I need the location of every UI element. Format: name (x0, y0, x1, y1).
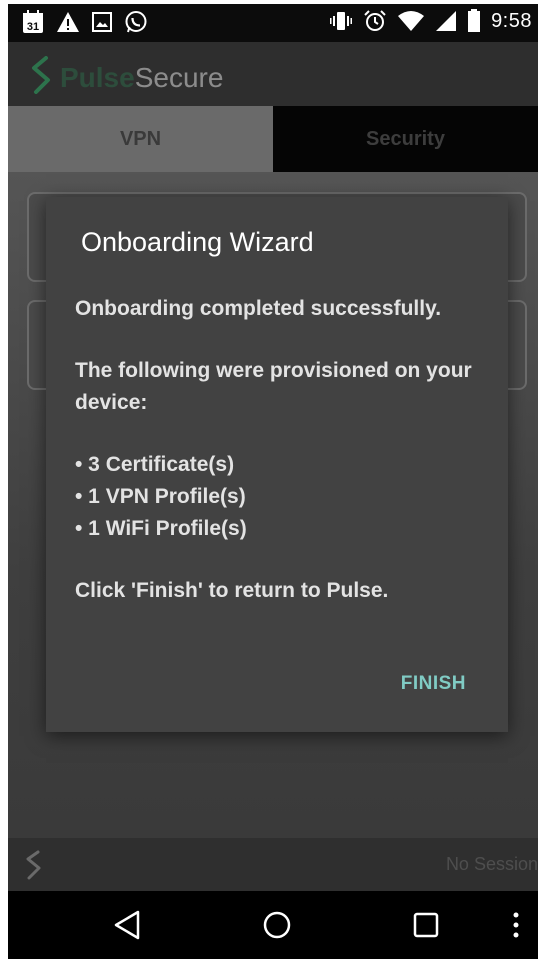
overflow-menu-icon[interactable] (496, 905, 536, 945)
app-bar: PulseSecure (8, 42, 538, 106)
wifi-icon (397, 10, 425, 32)
home-icon[interactable] (257, 905, 297, 945)
alarm-icon (363, 9, 387, 33)
tab-vpn[interactable]: VPN (8, 106, 273, 172)
image-icon (92, 12, 112, 32)
dialog-title: Onboarding Wizard (81, 227, 314, 257)
whatsapp-icon (124, 10, 148, 34)
tab-security[interactable]: Security (273, 106, 538, 172)
logo-pulse-text: Pulse (60, 61, 135, 93)
clock-time: 9:58 (491, 9, 532, 32)
provisioned-heading: The following were provisioned on your d… (75, 359, 472, 414)
pulse-secure-logo: PulseSecure (28, 56, 223, 99)
battery-icon (467, 9, 481, 33)
pulse-logo-icon (28, 56, 54, 99)
pulse-logo-icon (24, 850, 44, 885)
list-item: • 3 Certificate(s) (75, 453, 235, 476)
recents-icon[interactable] (406, 905, 446, 945)
back-icon[interactable] (107, 905, 147, 945)
vibrate-icon (329, 10, 353, 32)
phone-screen: 31 9:58 PulseSecure VPN Security No Sess… (8, 4, 538, 959)
provisioned-list: • 3 Certificate(s) • 1 VPN Profile(s) • … (75, 449, 485, 545)
navigation-bar (8, 891, 538, 959)
finish-instruction: Click 'Finish' to return to Pulse. (75, 579, 389, 602)
list-item: • 1 WiFi Profile(s) (75, 517, 247, 540)
calendar-day: 31 (27, 21, 39, 33)
status-bar: 31 9:58 (8, 4, 538, 42)
list-item: • 1 VPN Profile(s) (75, 485, 246, 508)
dialog-message: Onboarding completed successfully. The f… (75, 293, 485, 607)
onboarding-dialog: Onboarding Wizard Onboarding completed s… (46, 197, 508, 732)
session-bar: No Session (8, 838, 538, 891)
signal-icon (435, 10, 457, 32)
logo-secure-text: Secure (134, 61, 224, 93)
warning-icon (56, 11, 80, 33)
session-status: No Session (445, 854, 538, 874)
calendar-icon: 31 (22, 10, 44, 34)
success-message: Onboarding completed successfully. (75, 297, 442, 320)
tab-bar: VPN Security (8, 106, 538, 172)
finish-button[interactable]: FINISH (395, 672, 472, 696)
